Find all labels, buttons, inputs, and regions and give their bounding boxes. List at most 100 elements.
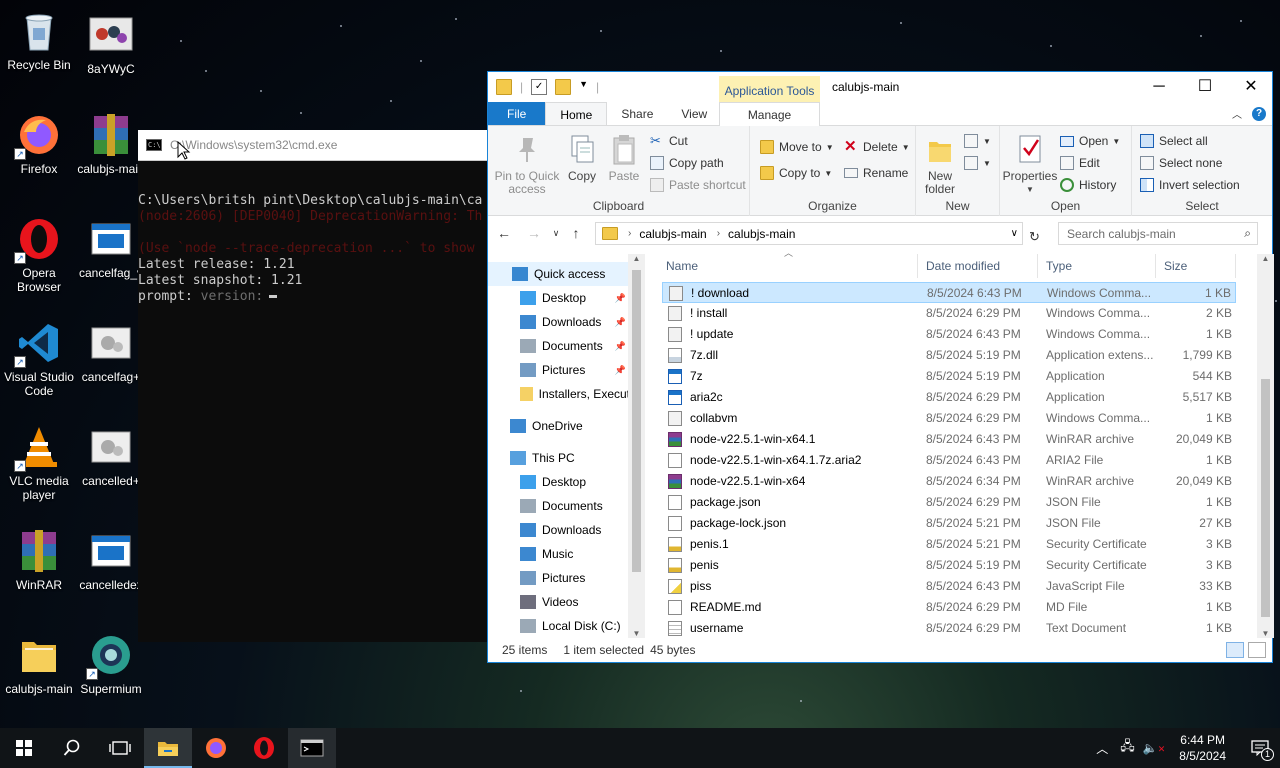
file-row[interactable]: ! download 8/5/2024 6:43 PM Windows Comma.… bbox=[662, 282, 1236, 303]
select-all-button[interactable]: Select all bbox=[1140, 134, 1208, 148]
customize-qat-icon[interactable]: ▼ bbox=[579, 79, 588, 95]
properties-check-icon[interactable]: ✓ bbox=[531, 79, 548, 95]
tab-view[interactable]: View bbox=[667, 102, 721, 125]
delete-button[interactable]: ✕ Delete ▼ bbox=[844, 139, 910, 154]
rename-button[interactable]: Rename bbox=[844, 166, 908, 180]
tab-file[interactable]: File bbox=[488, 102, 546, 125]
show-hidden-icons-chevron-icon[interactable]: ︿ bbox=[1096, 740, 1108, 757]
file-row[interactable]: node-v22.5.1-win-x64.1.7z.aria2 8/5/2024 … bbox=[662, 450, 1236, 471]
column-header-date[interactable]: Date modified bbox=[918, 254, 1038, 278]
file-row[interactable]: penis.1 8/5/2024 5:21 PM Security Certific… bbox=[662, 534, 1236, 555]
paste-shortcut-button[interactable]: Paste shortcut bbox=[650, 178, 746, 192]
scroll-down-icon[interactable]: ▼ bbox=[628, 629, 645, 638]
details-view-icon[interactable] bbox=[1226, 642, 1244, 658]
nav-item[interactable]: Music bbox=[488, 542, 630, 566]
nav-item[interactable]: Documents 📌 bbox=[488, 334, 630, 358]
file-row[interactable]: collabvm 8/5/2024 6:29 PM Windows Comma...… bbox=[662, 408, 1236, 429]
desktop-icon-recycle-bin[interactable]: Recycle Bin bbox=[0, 8, 78, 72]
action-center-button[interactable]: 1 bbox=[1240, 728, 1280, 768]
refresh-icon[interactable]: ↻ bbox=[1029, 229, 1040, 245]
properties-button[interactable]: Properties ▼ bbox=[1002, 134, 1058, 196]
nav-item[interactable]: Pictures 📌 bbox=[488, 358, 630, 382]
close-button[interactable]: ✕ bbox=[1228, 72, 1274, 102]
desktop-icon-calubjs-main-folder[interactable]: calubjs-main bbox=[0, 632, 78, 696]
file-list-scrollbar[interactable]: ▲ ▼ bbox=[1257, 254, 1274, 638]
file-row[interactable]: node-v22.5.1-win-x64.1 8/5/2024 6:43 PM Wi… bbox=[662, 429, 1236, 450]
file-row[interactable]: ! install 8/5/2024 6:29 PM Windows Comma..… bbox=[662, 303, 1236, 324]
taskbar-file-explorer[interactable] bbox=[144, 728, 192, 768]
file-row[interactable]: aria2c 8/5/2024 6:29 PM Application 5,517 K… bbox=[662, 387, 1236, 408]
column-header-size[interactable]: Size bbox=[1156, 254, 1236, 278]
explorer-titlebar[interactable]: | ✓ ▼ | Application Tools calubjs-main ─… bbox=[488, 72, 1272, 102]
maximize-button[interactable]: ☐ bbox=[1182, 72, 1228, 102]
select-none-button[interactable]: Select none bbox=[1140, 156, 1222, 170]
breadcrumb-separator-icon[interactable]: › bbox=[717, 228, 720, 239]
nav-item[interactable]: Pictures bbox=[488, 566, 630, 590]
explorer-window[interactable]: | ✓ ▼ | Application Tools calubjs-main ─… bbox=[487, 71, 1274, 663]
cmd-titlebar[interactable]: C:\ C:\Windows\system32\cmd.exe bbox=[138, 130, 498, 161]
desktop-icon-firefox[interactable]: ↗ Firefox bbox=[0, 112, 78, 176]
nav-item[interactable]: Local Disk (C:) bbox=[488, 614, 630, 638]
edit-button[interactable]: Edit bbox=[1060, 156, 1100, 170]
nav-item[interactable]: Documents bbox=[488, 494, 630, 518]
file-row[interactable]: penis 8/5/2024 5:19 PM Security Certificat… bbox=[662, 555, 1236, 576]
desktop-icon-opera[interactable]: ↗ Opera Browser bbox=[0, 216, 78, 294]
navigation-pane[interactable]: Quick access Desktop 📌 Downloads 📌 Documents 📌… bbox=[488, 262, 644, 638]
tab-share[interactable]: Share bbox=[607, 102, 667, 125]
nav-item[interactable]: Desktop 📌 bbox=[488, 286, 630, 310]
help-icon[interactable]: ? bbox=[1252, 106, 1266, 121]
nav-item[interactable]: Downloads bbox=[488, 518, 630, 542]
desktop-icon-8aywyc[interactable]: 8aYWyC bbox=[72, 12, 150, 76]
scrollbar-thumb[interactable] bbox=[1261, 379, 1270, 617]
recent-locations-chevron-icon[interactable]: ∨ bbox=[546, 228, 566, 239]
clock[interactable]: 6:44 PM 8/5/2024 bbox=[1179, 732, 1226, 764]
large-icons-view-icon[interactable] bbox=[1248, 642, 1266, 658]
file-row[interactable]: package-lock.json 8/5/2024 5:21 PM JSON Fi… bbox=[662, 513, 1236, 534]
address-bar[interactable]: › calubjs-main › calubjs-main ∨ bbox=[595, 222, 1023, 245]
move-to-button[interactable]: Move to ▼ bbox=[760, 140, 834, 154]
file-row[interactable]: README.md 8/5/2024 6:29 PM MD File 1 KB bbox=[662, 597, 1236, 618]
desktop-icon-winrar[interactable]: WinRAR bbox=[0, 528, 78, 592]
task-view-button[interactable] bbox=[96, 728, 144, 768]
taskbar-opera[interactable] bbox=[240, 728, 288, 768]
file-row[interactable]: 7z.dll 8/5/2024 5:19 PM Application extens… bbox=[662, 345, 1236, 366]
back-arrow-icon[interactable]: ← bbox=[494, 225, 514, 241]
file-row[interactable]: node-v22.5.1-win-x64 8/5/2024 6:34 PM WinR… bbox=[662, 471, 1236, 492]
scroll-down-icon[interactable]: ▼ bbox=[1257, 629, 1274, 638]
easy-access-button[interactable]: ▼ bbox=[964, 156, 991, 170]
file-row[interactable]: ! update 8/5/2024 6:43 PM Windows Comma...… bbox=[662, 324, 1236, 345]
file-row[interactable]: package.json 8/5/2024 6:29 PM JSON File 1 K… bbox=[662, 492, 1236, 513]
nav-item[interactable]: Desktop bbox=[488, 470, 630, 494]
forward-arrow-icon[interactable]: → bbox=[524, 225, 544, 241]
new-item-button[interactable]: ▼ bbox=[964, 134, 991, 148]
copy-button[interactable]: Copy bbox=[564, 134, 600, 183]
copy-to-button[interactable]: Copy to ▼ bbox=[760, 166, 832, 180]
new-folder-icon[interactable] bbox=[555, 79, 572, 95]
address-dropdown-icon[interactable]: ∨ bbox=[1011, 228, 1018, 239]
cut-button[interactable]: ✂ Cut bbox=[650, 134, 688, 149]
breadcrumb-item[interactable]: calubjs-main bbox=[639, 227, 706, 241]
network-icon[interactable]: 🖧 bbox=[1120, 737, 1135, 759]
search-button[interactable] bbox=[48, 728, 96, 768]
navigation-scrollbar[interactable]: ▲ ▼ bbox=[628, 254, 645, 638]
breadcrumb-item[interactable]: calubjs-main bbox=[728, 227, 795, 241]
new-folder-button[interactable]: New folder bbox=[922, 134, 958, 196]
start-button[interactable] bbox=[0, 728, 48, 768]
tab-manage[interactable]: Manage bbox=[719, 102, 820, 127]
column-header-name[interactable]: Name bbox=[658, 254, 918, 278]
cmd-window[interactable]: C:\ C:\Windows\system32\cmd.exe C:\Users… bbox=[138, 130, 498, 642]
paste-button[interactable]: Paste bbox=[606, 134, 642, 183]
pin-to-quick-access-button[interactable]: Pin to Quick access bbox=[494, 134, 560, 196]
nav-item[interactable]: Installers, Execut bbox=[488, 382, 630, 406]
up-arrow-icon[interactable]: ↑ bbox=[566, 225, 586, 241]
scrollbar-thumb[interactable] bbox=[632, 270, 641, 572]
minimize-button[interactable]: ─ bbox=[1136, 72, 1182, 102]
file-row[interactable]: username 8/5/2024 6:29 PM Text Document 1 K… bbox=[662, 618, 1236, 639]
volume-muted-icon[interactable]: 🔈✕ bbox=[1143, 741, 1166, 755]
file-list[interactable]: ︿ Name Date modified Type Size ! downloa… bbox=[658, 248, 1262, 639]
taskbar-firefox[interactable] bbox=[192, 728, 240, 768]
scroll-up-icon[interactable]: ▲ bbox=[628, 254, 645, 263]
search-input[interactable]: Search calubjs-main ⌕ bbox=[1058, 222, 1258, 245]
breadcrumb-separator-icon[interactable]: › bbox=[628, 228, 631, 239]
nav-item[interactable]: Quick access bbox=[488, 262, 630, 286]
